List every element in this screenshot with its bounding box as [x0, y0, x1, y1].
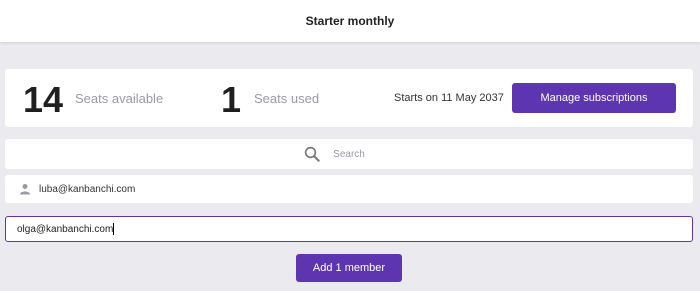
seats-available-count: 14: [23, 79, 64, 120]
search-icon: [304, 146, 320, 162]
text-caret: [113, 223, 115, 235]
seats-available-label: Seats available: [75, 91, 164, 106]
seats-used-label: Seats used: [254, 91, 320, 106]
new-member-email-input[interactable]: olga@kanbanchi.com: [5, 216, 693, 242]
user-icon: [20, 184, 30, 195]
page-title: Starter monthly: [305, 14, 395, 28]
search-placeholder: Search: [333, 148, 365, 160]
new-member-email-value: olga@kanbanchi.com: [17, 223, 114, 235]
manage-subscriptions-button[interactable]: Manage subscriptions: [512, 83, 676, 113]
seats-summary-card: 14 Seats available 1 Seats used Starts o…: [5, 69, 693, 127]
search-bar[interactable]: Search: [5, 139, 693, 169]
member-row[interactable]: luba@kanbanchi.com: [5, 175, 693, 203]
seats-used-count: 1: [221, 79, 242, 120]
subscription-start-date: Starts on 11 May 2037: [394, 92, 504, 104]
member-email: luba@kanbanchi.com: [39, 183, 136, 195]
add-member-button[interactable]: Add 1 member: [296, 254, 402, 282]
page-header: Starter monthly: [0, 0, 700, 42]
